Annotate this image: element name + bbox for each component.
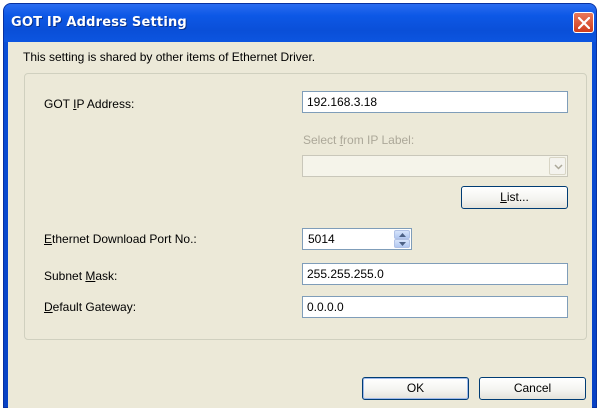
info-text: This setting is shared by other items of… xyxy=(23,50,316,64)
close-icon xyxy=(578,17,590,29)
default-gateway-field[interactable]: 0.0.0.0 xyxy=(302,296,568,318)
ok-button[interactable]: OK xyxy=(362,377,469,400)
cancel-button[interactable]: Cancel xyxy=(479,377,586,400)
download-port-value[interactable]: 5014 xyxy=(308,232,335,246)
spin-buttons xyxy=(394,230,410,248)
subnet-mask-label: Subnet Mask: xyxy=(44,269,118,283)
subnet-mask-field[interactable]: 255.255.255.0 xyxy=(302,263,568,285)
chevron-down-icon xyxy=(554,164,563,170)
arrow-up-icon xyxy=(399,233,406,237)
download-port-label: Ethernet Download Port No.: xyxy=(44,232,197,246)
arrow-down-icon xyxy=(399,242,406,246)
spin-down-button[interactable] xyxy=(394,239,410,248)
default-gateway-label: Default Gateway: xyxy=(44,300,137,314)
close-button[interactable] xyxy=(573,12,594,33)
ip-address-field[interactable]: 192.168.3.18 xyxy=(302,91,568,113)
download-port-spinbox[interactable]: 5014 xyxy=(302,228,412,250)
dialog-title: GOT IP Address Setting xyxy=(11,15,187,30)
combobox-dropdown-button[interactable] xyxy=(549,157,566,175)
title-bar[interactable]: GOT IP Address Setting xyxy=(4,4,596,42)
select-ip-label-label: Select from IP Label: xyxy=(303,133,415,147)
ip-label-combobox[interactable] xyxy=(302,155,568,177)
spin-up-button[interactable] xyxy=(394,230,410,239)
list-button[interactable]: List... xyxy=(461,186,568,209)
ip-address-label: GOT IP Address: xyxy=(44,97,135,111)
